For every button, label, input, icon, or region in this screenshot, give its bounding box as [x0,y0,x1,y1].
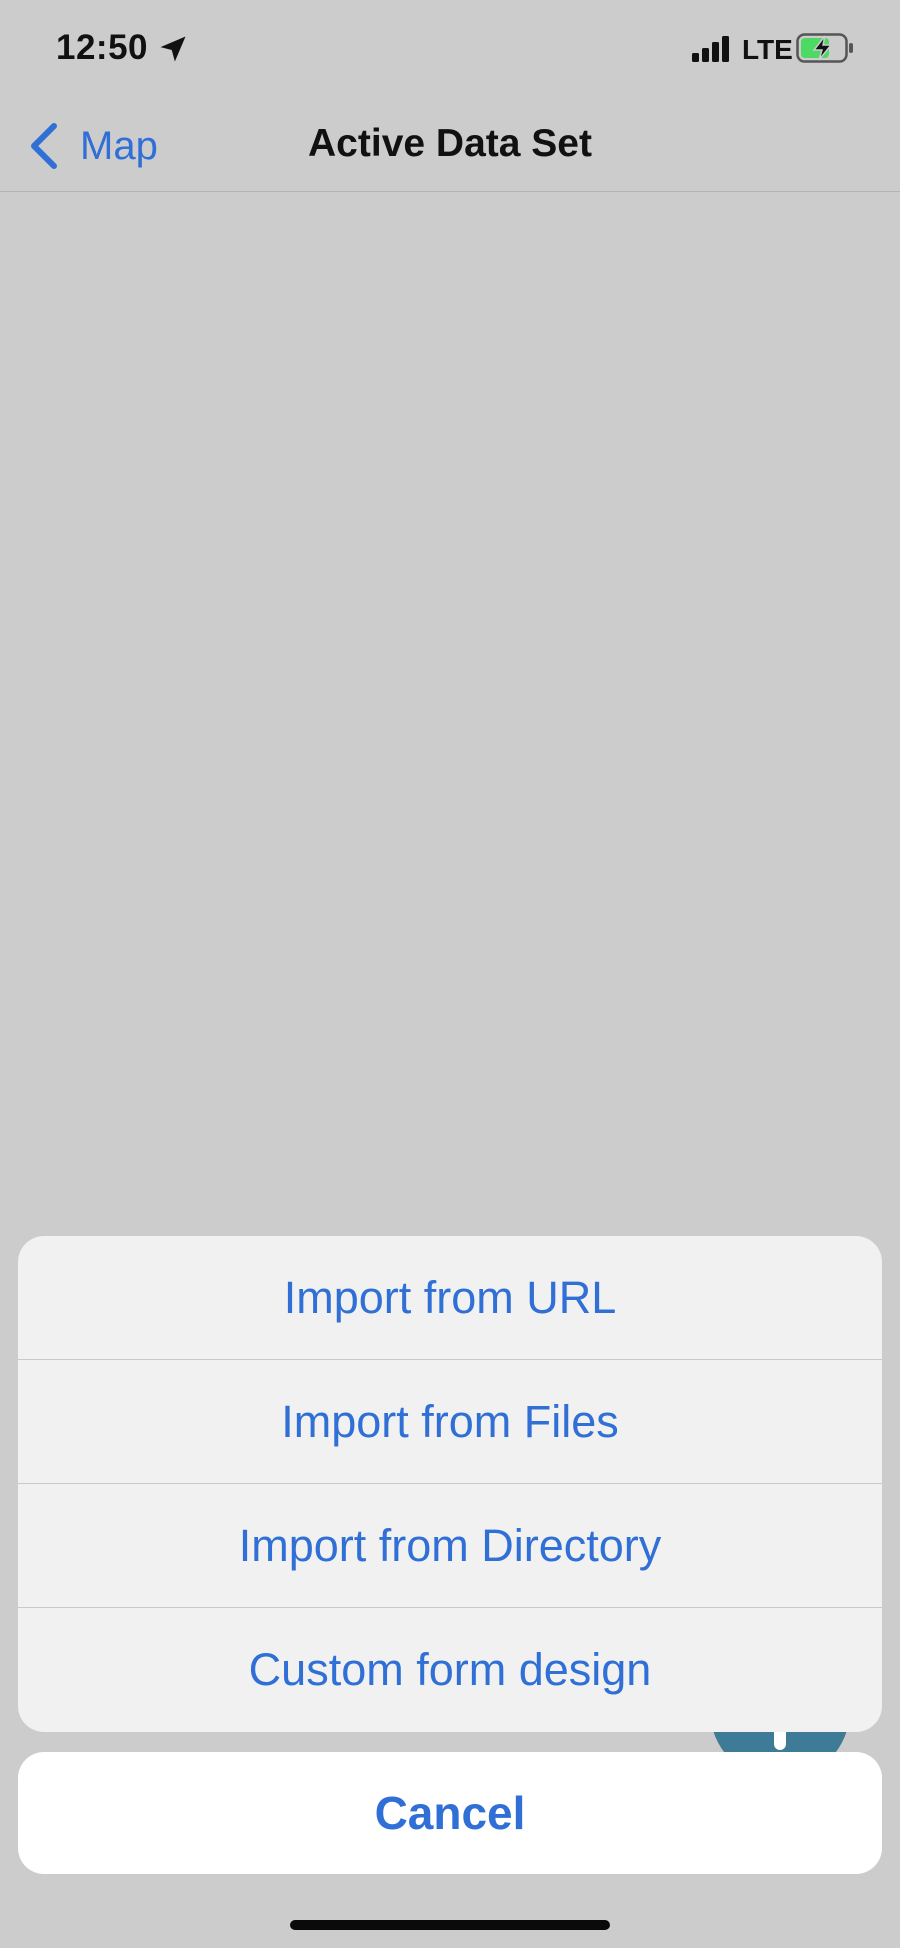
battery-charging-icon [796,33,853,63]
import-from-files-button[interactable]: Import from Files [18,1360,882,1484]
network-type-label: LTE [742,34,793,65]
navigation-bar: Map Active Data Set [0,100,900,192]
home-indicator[interactable] [290,1920,610,1930]
page-title: Active Data Set [308,122,592,165]
cellular-signal-icon [692,36,729,62]
status-time: 12:50 [56,28,149,67]
location-arrow-icon [160,36,186,62]
custom-form-design-button[interactable]: Custom form design [18,1608,882,1732]
action-sheet: Import from URL Import from Files Import… [18,1236,882,1732]
status-bar: 12:50 LTE [0,0,900,100]
cancel-button[interactable]: Cancel [18,1752,882,1874]
import-from-directory-button[interactable]: Import from Directory [18,1484,882,1608]
import-from-url-button[interactable]: Import from URL [18,1236,882,1360]
